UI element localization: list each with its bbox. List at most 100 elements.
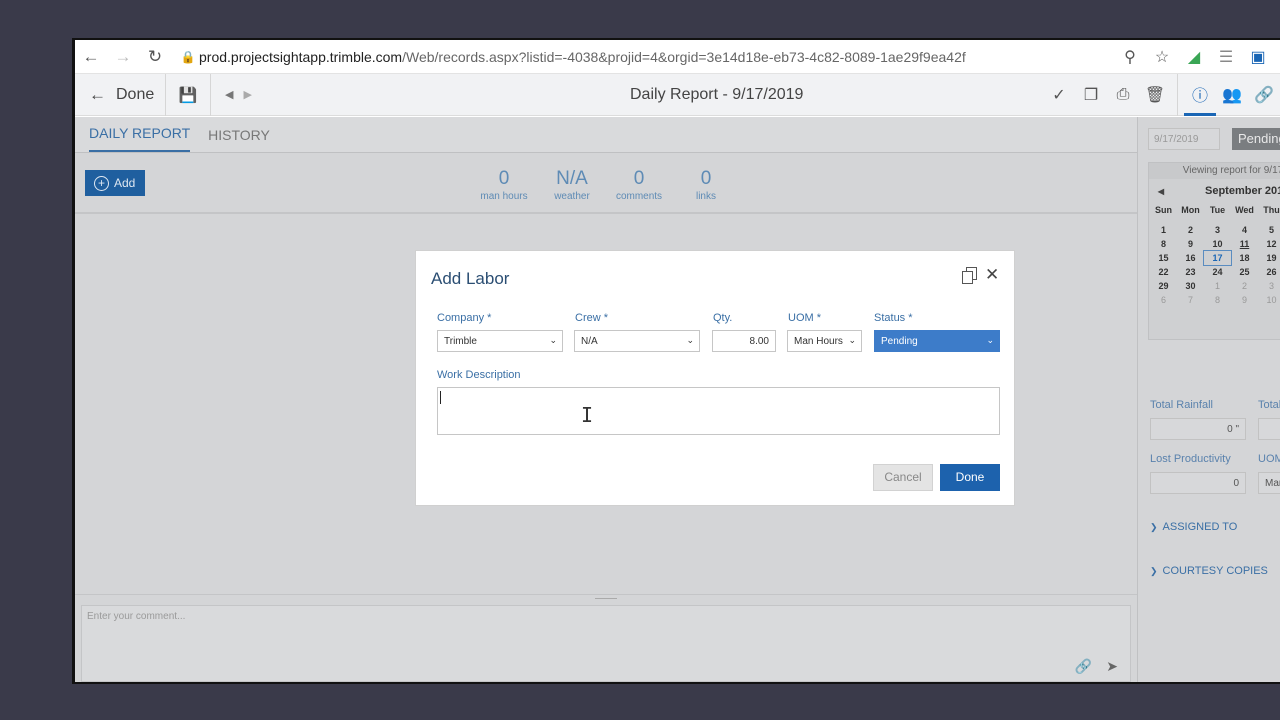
date-field[interactable]: 9/17/2019	[1148, 128, 1220, 150]
previous-month-icon[interactable]: ◀	[1149, 187, 1173, 196]
cancel-button[interactable]: Cancel	[873, 464, 933, 491]
uom-select[interactable]: Man Hours ⌄	[787, 330, 862, 352]
done-back-button[interactable]: ← Done	[75, 74, 165, 116]
calendar-day[interactable]: 1	[1150, 223, 1177, 237]
attach-link-icon[interactable]: 🔗	[1075, 658, 1092, 675]
calendar-day[interactable]: 30	[1177, 279, 1204, 293]
stat-label: comments	[615, 191, 663, 202]
status-badge[interactable]: Pending	[1232, 128, 1280, 150]
app-toolbar: ← Done 💾 ◀ ▶ Daily Report - 9/17/2019 ✓ …	[75, 73, 1280, 116]
calendar-day[interactable]: 23	[1177, 265, 1204, 279]
company-label: Company *	[437, 312, 492, 324]
calendar-day[interactable]: 11	[1231, 237, 1258, 251]
status-value: Pending	[881, 336, 918, 347]
calendar-day[interactable]: 6	[1150, 293, 1177, 307]
total-input[interactable]	[1258, 418, 1280, 440]
calendar-grid: Sun Mon Tue Wed Thu 1 2 3 4 5 8 9 10 11 12 15 16 17 18 19 22…	[1149, 203, 1280, 307]
duplicate-icon[interactable]	[962, 267, 978, 285]
close-icon[interactable]: ✕	[985, 265, 999, 285]
calendar-day[interactable]: 10	[1258, 293, 1280, 307]
total-rainfall-input[interactable]: 0 "	[1150, 418, 1246, 440]
crew-select[interactable]: N/A ⌄	[574, 330, 700, 352]
add-button[interactable]: + Add	[85, 170, 145, 196]
calendar-day[interactable]: 9	[1231, 293, 1258, 307]
courtesy-copies-section[interactable]: ❯ COURTESY COPIES	[1150, 565, 1268, 577]
tab-daily-report[interactable]: DAILY REPORT	[89, 125, 191, 152]
people-icon[interactable]: 👥	[1216, 74, 1248, 116]
status-label: Status *	[874, 312, 913, 324]
star-icon[interactable]: ☆	[1146, 40, 1178, 74]
calendar-day[interactable]: 15	[1150, 251, 1177, 265]
copy-icon[interactable]: ❐	[1075, 74, 1107, 116]
uom-value: Man Hours	[794, 336, 843, 347]
calendar-day[interactable]: 25	[1231, 265, 1258, 279]
work-description-input[interactable]: I	[437, 387, 1000, 435]
forward-icon[interactable]: →	[107, 40, 139, 74]
work-description-label: Work Description	[437, 369, 521, 381]
extension-icon[interactable]: ◢	[1178, 40, 1210, 74]
calendar-day[interactable]: 4	[1231, 223, 1258, 237]
company-select[interactable]: Trimble ⌄	[437, 330, 563, 352]
calendar-day[interactable]: 3	[1258, 279, 1280, 293]
print-icon[interactable]: ⎙	[1107, 74, 1139, 116]
url-path: /Web/records.aspx?listid=-4038&projid=4&…	[402, 48, 966, 65]
link-icon[interactable]: 🔗	[1248, 74, 1280, 116]
trash-icon[interactable]: 🗑	[1139, 74, 1171, 116]
save-icon[interactable]: 💾	[166, 74, 210, 116]
lost-productivity-label: Lost Productivity	[1150, 453, 1231, 465]
address-bar[interactable]: 🔒 prod.projectsightapp.trimble.com/Web/r…	[177, 43, 1114, 71]
send-icon[interactable]: ➤	[1106, 658, 1118, 675]
tab-history[interactable]: HISTORY	[208, 127, 270, 152]
calendar-day[interactable]: 2	[1177, 223, 1204, 237]
qty-input[interactable]: 8.00	[712, 330, 776, 352]
calendar-day[interactable]: 24	[1204, 265, 1231, 279]
calendar-day[interactable]: 29	[1150, 279, 1177, 293]
arrow-left-icon: ←	[89, 84, 106, 104]
calendar-day[interactable]: 8	[1150, 237, 1177, 251]
calendar-day[interactable]: 22	[1150, 265, 1177, 279]
previous-record-icon[interactable]: ◀	[225, 88, 233, 101]
calendar-day[interactable]: 19	[1258, 251, 1280, 265]
stat-man-hours[interactable]: 0 man hours	[474, 168, 534, 202]
calendar-day[interactable]: 10	[1204, 237, 1231, 251]
stat-value: N/A	[556, 168, 588, 189]
extension-icon-2[interactable]: ☰	[1210, 40, 1242, 74]
url-host: prod.projectsightapp.trimble.com	[199, 48, 403, 65]
status-select[interactable]: Pending ⌄	[874, 330, 1000, 352]
back-icon[interactable]: ←	[75, 40, 107, 74]
add-labor-dialog: Add Labor ✕ Company * Trimble ⌄ Crew * N…	[415, 250, 1015, 506]
resize-handle[interactable]	[595, 598, 617, 599]
assigned-to-section[interactable]: ❯ ASSIGNED TO	[1150, 521, 1237, 533]
lost-productivity-input[interactable]: 0	[1150, 472, 1246, 494]
calendar-day[interactable]: 2	[1231, 279, 1258, 293]
calendar-day[interactable]: 8	[1204, 293, 1231, 307]
zoom-icon[interactable]: ⚲	[1114, 40, 1146, 74]
chevron-down-icon: ⌄	[986, 335, 994, 345]
company-value: Trimble	[444, 336, 477, 347]
calendar-day[interactable]: 18	[1231, 251, 1258, 265]
calendar-day[interactable]: 9	[1177, 237, 1204, 251]
calendar-day[interactable]: 1	[1204, 279, 1231, 293]
calendar-day[interactable]: 16	[1177, 251, 1204, 265]
crew-value: N/A	[581, 336, 598, 347]
next-record-icon[interactable]: ▶	[243, 88, 251, 101]
stat-links[interactable]: 0 links	[676, 168, 736, 202]
calendar-day[interactable]: 26	[1258, 265, 1280, 279]
calendar-day[interactable]: 7	[1177, 293, 1204, 307]
done-button[interactable]: Done	[940, 464, 1000, 491]
calendar-day[interactable]: 12	[1258, 237, 1280, 251]
check-icon[interactable]: ✓	[1043, 74, 1075, 116]
calendar-day[interactable]: 5	[1258, 223, 1280, 237]
comment-input[interactable]: Enter your comment... 🔗 ➤	[81, 605, 1131, 682]
uom-label: UOM *	[788, 312, 821, 324]
crew-label: Crew *	[575, 312, 609, 324]
uom-select[interactable]: Mar	[1258, 472, 1280, 494]
info-icon[interactable]: ⓘ	[1184, 74, 1216, 116]
reload-icon[interactable]: ↻	[139, 40, 171, 74]
cast-icon[interactable]: ▣	[1242, 40, 1274, 74]
stat-weather[interactable]: N/A weather	[542, 168, 602, 202]
calendar-day[interactable]: 3	[1204, 223, 1231, 237]
courtesy-copies-label: COURTESY COPIES	[1162, 565, 1268, 577]
stat-comments[interactable]: 0 comments	[609, 168, 669, 202]
calendar-day[interactable]: 17	[1203, 250, 1232, 266]
